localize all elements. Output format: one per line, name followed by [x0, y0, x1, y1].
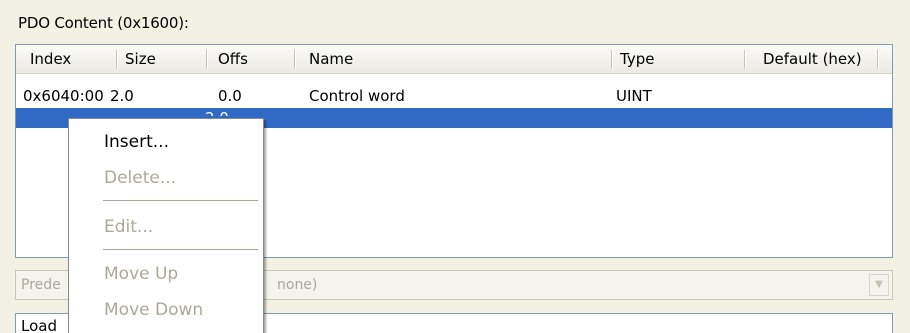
column-header-type[interactable]: Type	[614, 45, 734, 73]
column-divider[interactable]	[116, 50, 117, 69]
menu-item-edit[interactable]: Edit...	[70, 212, 262, 242]
column-divider[interactable]	[206, 50, 207, 69]
menu-item-delete[interactable]: Delete...	[70, 163, 262, 193]
column-header-default[interactable]: Default (hex)	[757, 45, 887, 73]
column-header-name[interactable]: Name	[303, 45, 603, 73]
predefined-label: Prede	[21, 277, 61, 293]
column-divider[interactable]	[611, 50, 612, 69]
column-divider[interactable]	[877, 50, 878, 69]
column-divider[interactable]	[294, 50, 295, 69]
column-header-index[interactable]: Index	[24, 45, 114, 73]
column-header-offs[interactable]: Offs	[212, 45, 292, 73]
pdo-content-label: PDO Content (0x1600):	[18, 14, 189, 32]
cell-index: 0x6040:00	[23, 87, 104, 105]
menu-item-move-up[interactable]: Move Up	[70, 259, 262, 289]
pdo-content-panel: PDO Content (0x1600): Index Size Offs Na…	[0, 0, 910, 333]
column-divider[interactable]	[744, 50, 745, 69]
cell-name: Control word	[309, 87, 405, 105]
cell-type: UINT	[616, 87, 652, 105]
menu-item-move-down[interactable]: Move Down	[70, 295, 262, 325]
cell-offs-selected: 2.0	[205, 105, 229, 116]
cell-offs: 0.0	[218, 87, 242, 105]
menu-separator	[103, 249, 258, 250]
menu-item-insert[interactable]: Insert...	[70, 127, 262, 157]
chevron-down-icon[interactable]: ▼	[869, 274, 889, 296]
menu-separator	[103, 200, 258, 201]
cell-size: 2.0	[110, 87, 134, 105]
context-menu: Insert... Delete... Edit... Move Up Move…	[68, 118, 264, 333]
cell-default	[757, 86, 763, 106]
predefined-value: none)	[277, 277, 318, 293]
table-row[interactable]: 0x6040:00 2.0 0.0 Control word UINT	[16, 86, 892, 106]
list-header: Index Size Offs Name Type Default (hex)	[16, 45, 892, 74]
column-header-size[interactable]: Size	[119, 45, 199, 73]
load-field-text: Load	[21, 317, 57, 333]
